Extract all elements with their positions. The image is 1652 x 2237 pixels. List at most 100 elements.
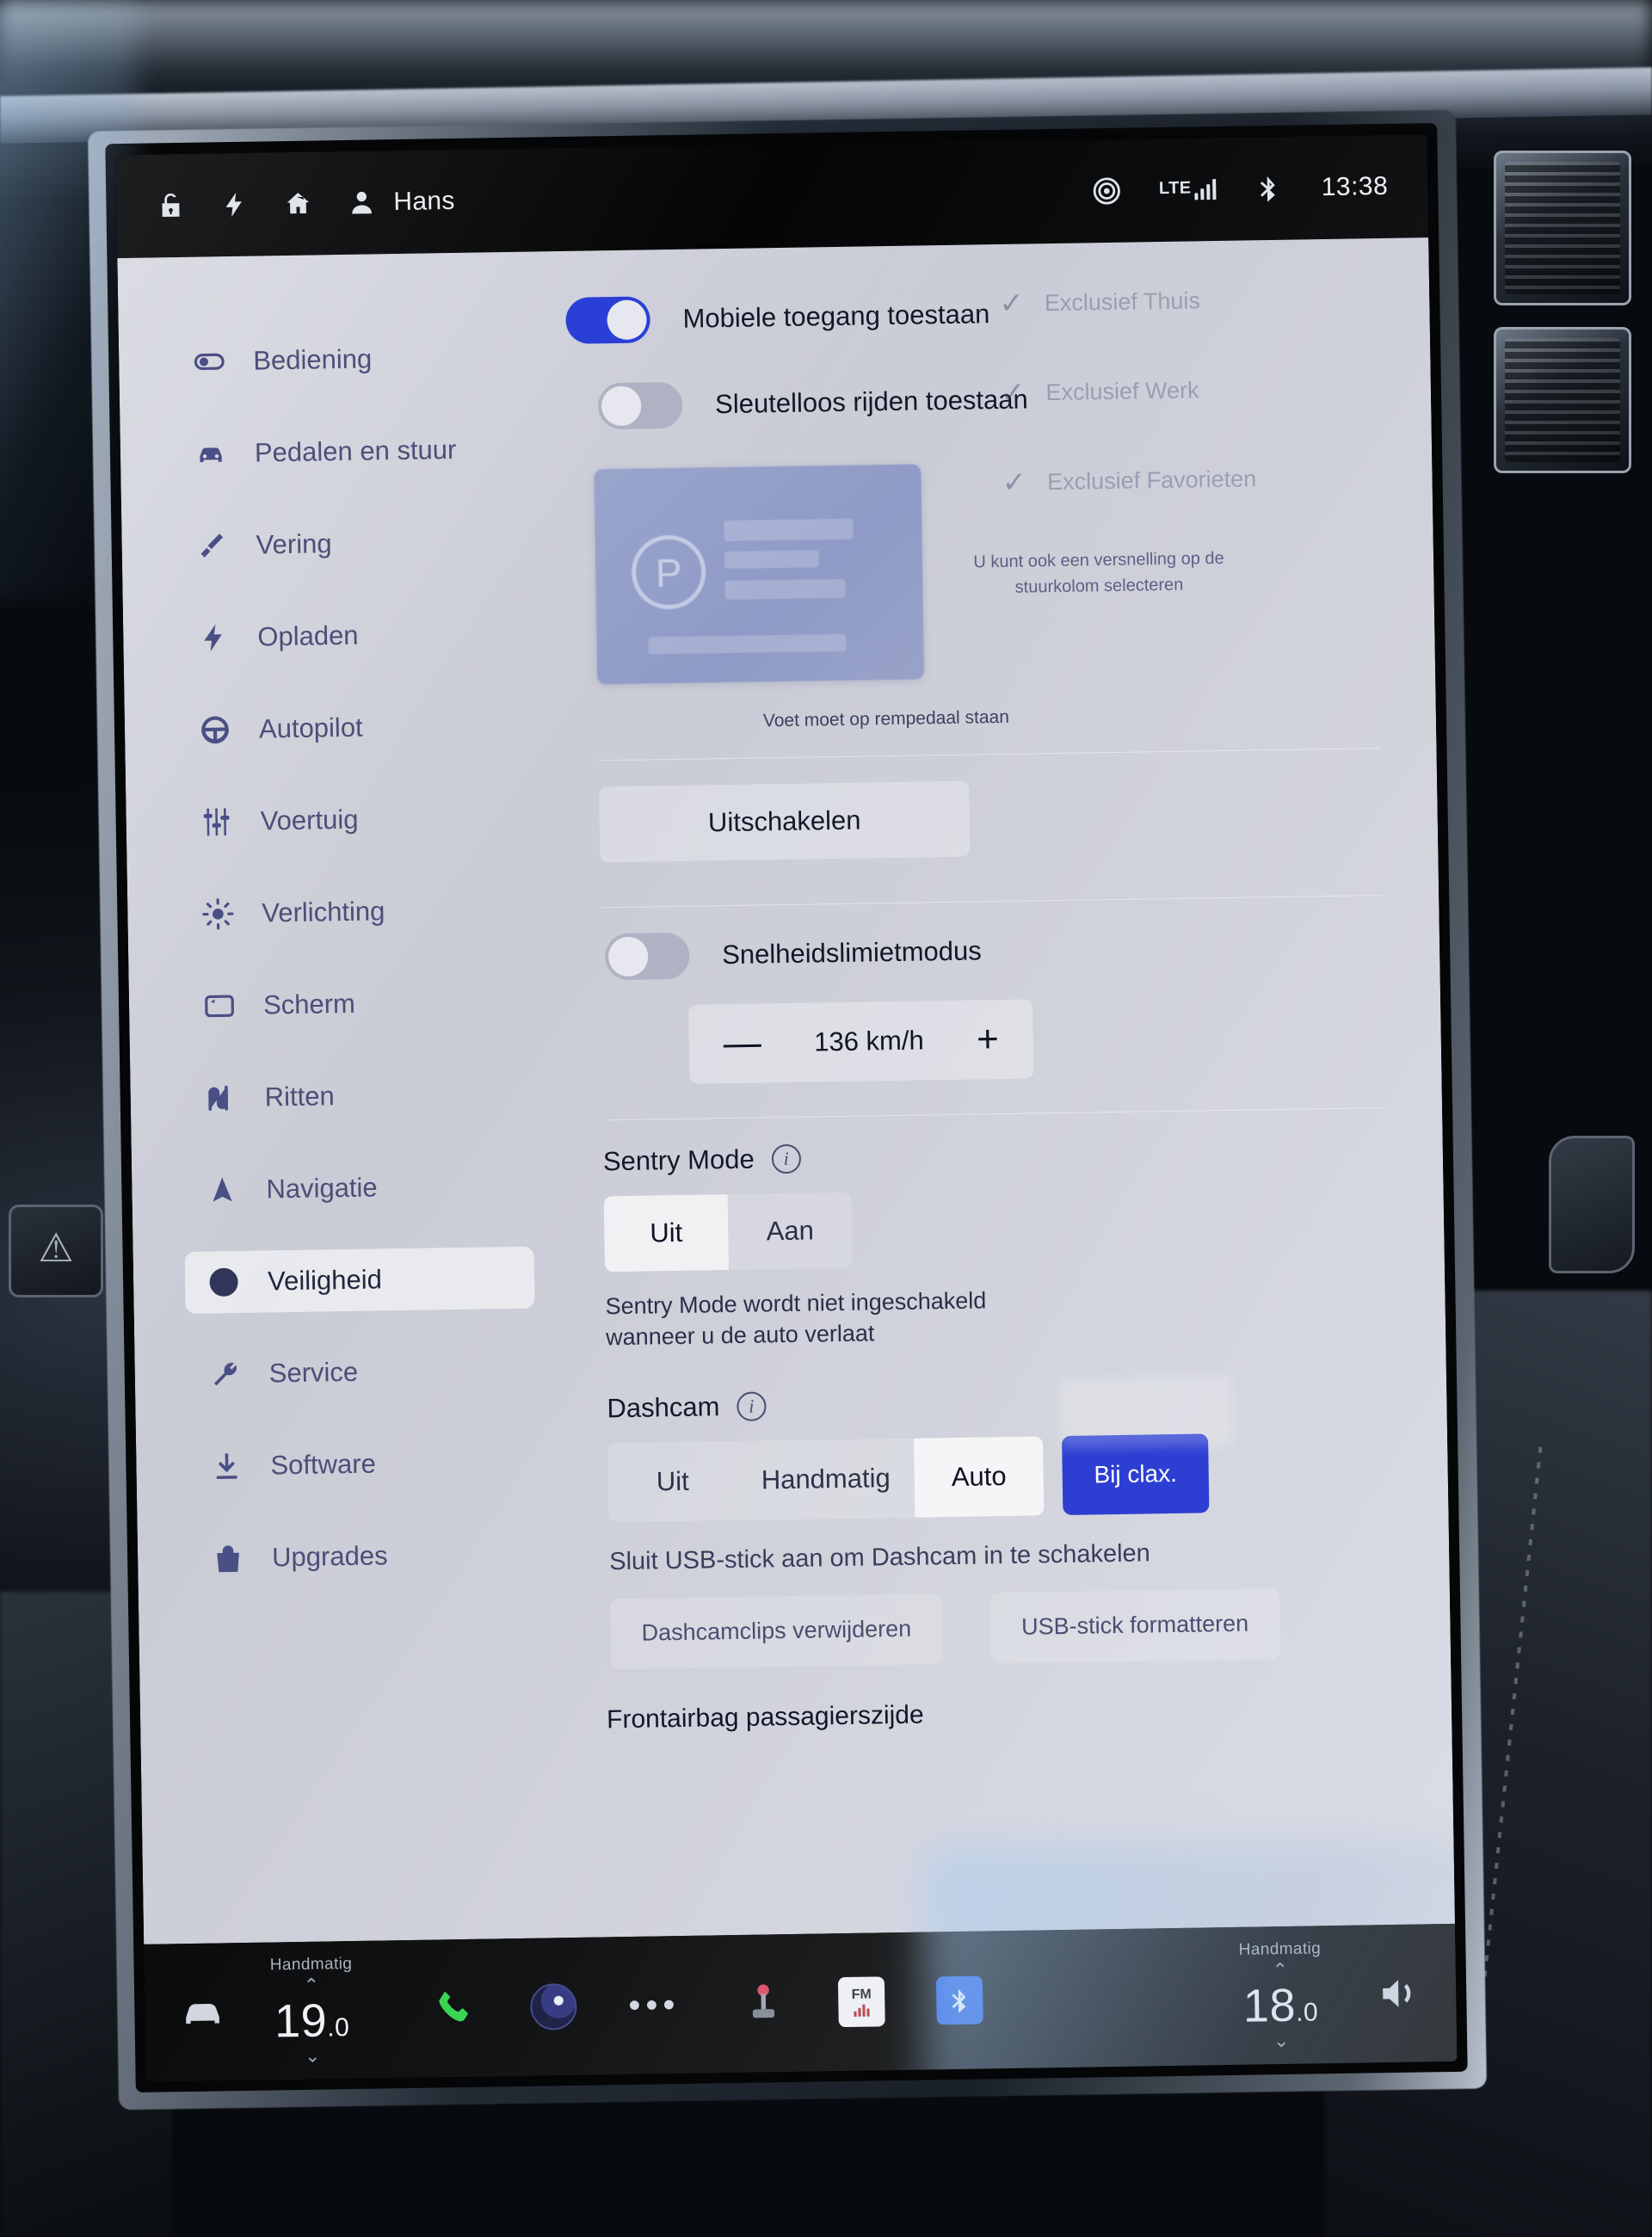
download-icon <box>208 1450 245 1483</box>
sidebar-item-upgrades[interactable]: Upgrades <box>189 1523 539 1590</box>
fm-radio-icon[interactable]: FM <box>837 1976 885 2028</box>
speed-limit-value: 136 km/h <box>813 1025 924 1057</box>
home-icon[interactable] <box>283 189 313 219</box>
sidebar-item-vering[interactable]: Vering <box>173 510 523 577</box>
mobile-access-toggle[interactable] <box>565 296 651 344</box>
sentry-exclusions-list: ✓ Exclusief Thuis ✓ Exclusief Werk ✓ Exc… <box>999 275 1330 549</box>
exclusion-row[interactable]: ✓ Exclusief Thuis <box>999 275 1327 327</box>
sidebar-item-verlichting[interactable]: Verlichting <box>179 878 529 946</box>
sentry-mode-note: Sentry Mode wordt niet ingeschakeld wann… <box>605 1287 987 1351</box>
media-icon[interactable] <box>529 1982 577 2031</box>
sidebar-item-label: Vering <box>256 528 332 560</box>
sidebar-item-autopilot[interactable]: Autopilot <box>176 694 526 761</box>
divider <box>604 1107 1386 1121</box>
sidebar-item-label: Autopilot <box>258 712 363 744</box>
exclusion-row[interactable]: ✓ Exclusief Werk <box>1001 365 1328 416</box>
bolt-icon[interactable] <box>219 190 250 220</box>
sidebar-item-label: Navigatie <box>266 1172 378 1205</box>
sidebar-item-label: Software <box>270 1448 377 1481</box>
sidebar-item-software[interactable]: Software <box>188 1431 538 1498</box>
car-icon[interactable] <box>179 1988 226 2036</box>
fm-label: FM <box>851 1987 872 2002</box>
keyless-drive-toggle[interactable] <box>597 381 683 430</box>
speed-increase-button[interactable]: + <box>977 1018 999 1060</box>
alert-circle-icon <box>206 1266 243 1299</box>
divider <box>598 748 1380 761</box>
joystick-icon[interactable] <box>740 1980 787 2027</box>
speed-limit-stepper[interactable]: — 136 km/h + <box>688 999 1034 1084</box>
sliders-icon <box>198 805 235 839</box>
sun-icon <box>200 897 237 931</box>
exclusion-row[interactable]: ✓ Exclusief Favorieten <box>1002 454 1329 506</box>
speed-limit-label: Snelheidslimietmodus <box>721 935 982 971</box>
sentry-option-uit[interactable]: Uit <box>603 1194 729 1273</box>
sidebar-item-label: Scherm <box>262 988 356 1020</box>
dashcam-option-uit[interactable]: Uit <box>607 1441 737 1522</box>
temp-up-button[interactable]: ⌃ <box>304 1974 320 1995</box>
person-icon[interactable] <box>347 188 377 218</box>
volume-icon[interactable] <box>1375 1970 1422 2018</box>
info-icon[interactable]: i <box>771 1143 801 1174</box>
profile-name[interactable]: Hans <box>393 187 455 217</box>
sidebar-item-label: Bediening <box>253 343 373 376</box>
clock: 13:38 <box>1321 171 1389 202</box>
sidebar-item-veiligheid[interactable]: Veiligheid <box>184 1246 535 1314</box>
bag-icon <box>210 1542 247 1575</box>
speed-limit-toggle[interactable] <box>604 932 690 981</box>
speed-limit-row[interactable]: Snelheidslimietmodus <box>604 921 1406 981</box>
sidebar-item-voertuig[interactable]: Voertuig <box>177 786 527 854</box>
bluetooth-icon[interactable] <box>935 1975 983 2025</box>
dashcam-segmented-control[interactable]: Uit Handmatig Auto <box>607 1436 1045 1523</box>
format-usb-button[interactable]: USB-stick formatteren <box>989 1587 1280 1664</box>
delete-dashcam-clips-button[interactable]: Dashcamclips verwijderen <box>609 1593 943 1670</box>
sidebar-item-scherm[interactable]: Scherm <box>180 971 530 1038</box>
power-off-button[interactable]: Uitschakelen <box>599 780 971 863</box>
screen-reflection <box>1058 1376 1233 1449</box>
info-icon[interactable]: i <box>737 1391 767 1421</box>
exclusion-label: Exclusief Werk <box>1045 376 1199 405</box>
ellipsis-icon[interactable]: ••• <box>628 1986 681 2024</box>
sidebar-item-pedalen-en-stuur[interactable]: Pedalen en stuur <box>171 418 521 485</box>
settings-content: Mobiele toegang toestaan Sleutelloos rij… <box>547 237 1455 1938</box>
sidebar-item-label: Verlichting <box>262 896 385 928</box>
signal-bars-icon: LTE <box>1158 178 1217 200</box>
sidebar-item-label: Upgrades <box>271 1540 388 1573</box>
sidebar-item-service[interactable]: Service <box>186 1339 536 1406</box>
sidebar-item-opladen[interactable]: Opladen <box>175 602 525 669</box>
shock-absorber-icon <box>194 529 231 563</box>
target-icon[interactable] <box>1092 176 1122 206</box>
parking-p-icon[interactable]: P <box>631 534 706 610</box>
car-icon <box>193 437 230 471</box>
sidebar-item-label: Opladen <box>257 619 359 652</box>
check-icon: ✓ <box>1002 465 1027 499</box>
usb-note: Sluit USB-stick aan om Dashcam in te sch… <box>609 1539 1151 1576</box>
dashcam-option-auto[interactable]: Auto <box>913 1436 1045 1518</box>
steering-wheel-icon <box>197 713 234 747</box>
check-icon: ✓ <box>1000 376 1026 410</box>
unlock-icon[interactable] <box>156 191 186 221</box>
temp-down-button[interactable]: ⌄ <box>1273 2030 1290 2051</box>
sentry-mode-segmented-control[interactable]: Uit Aan <box>603 1192 853 1273</box>
sentry-option-aan[interactable]: Aan <box>728 1192 853 1270</box>
sentry-mode-title: Sentry Mode <box>602 1143 755 1177</box>
sidebar-item-ritten[interactable]: Ritten <box>182 1063 532 1130</box>
dashcam-option-handmatig[interactable]: Handmatig <box>737 1439 915 1520</box>
network-label: LTE <box>1158 178 1192 199</box>
passenger-temperature: 18.0 <box>1242 1979 1319 2032</box>
bluetooth-icon[interactable] <box>1254 174 1284 204</box>
dashcam-title: Dashcam <box>607 1391 720 1424</box>
speed-decrease-button[interactable]: — <box>723 1021 761 1064</box>
driver-climate-control[interactable]: Handmatig ⌃ 19.0 ⌄ <box>225 1954 398 2068</box>
sidebar-item-navigatie[interactable]: Navigatie <box>183 1155 533 1222</box>
exclusion-label: Exclusief Thuis <box>1044 287 1201 316</box>
wrench-icon <box>206 1358 243 1391</box>
mobile-access-label: Mobiele toegang toestaan <box>682 299 990 334</box>
bolt-icon <box>195 621 232 655</box>
sidebar-item-bediening[interactable]: Bediening <box>170 326 521 393</box>
temp-up-button[interactable]: ⌃ <box>1272 1959 1288 1981</box>
passenger-climate-control[interactable]: Handmatig ⌃ 18.0 ⌄ <box>1193 1938 1367 2052</box>
phone-icon[interactable] <box>432 1985 479 2032</box>
hazard-light-button[interactable] <box>9 1205 103 1297</box>
temp-down-button[interactable]: ⌄ <box>305 2045 321 2067</box>
gear-selector-panel[interactable]: P <box>594 464 925 685</box>
